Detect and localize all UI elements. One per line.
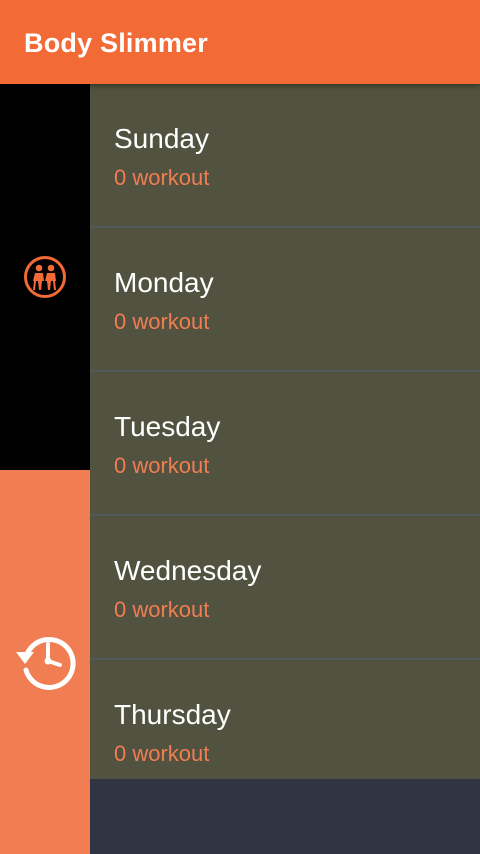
day-item-tuesday[interactable]: Tuesday 0 workout bbox=[90, 372, 480, 516]
day-name: Sunday bbox=[114, 123, 209, 154]
day-name: Thursday bbox=[114, 699, 231, 730]
app-root: Body Slimmer Sunday 0 workout Monday 0 w… bbox=[0, 0, 480, 854]
day-workout-count: 0 workout bbox=[114, 165, 210, 190]
day-workout-count: 0 workout bbox=[114, 741, 210, 766]
day-item-monday[interactable]: Monday 0 workout bbox=[90, 228, 480, 372]
workout-couple-icon[interactable] bbox=[23, 255, 67, 299]
day-item-wednesday[interactable]: Wednesday 0 workout bbox=[90, 516, 480, 660]
day-item-thursday[interactable]: Thursday 0 workout bbox=[90, 660, 480, 779]
list-footer-space bbox=[90, 779, 480, 854]
day-item-sunday[interactable]: Sunday 0 workout bbox=[90, 84, 480, 228]
day-workout-count: 0 workout bbox=[114, 453, 210, 478]
day-name: Tuesday bbox=[114, 411, 221, 442]
day-list: Sunday 0 workout Monday 0 workout Tuesda… bbox=[90, 84, 480, 779]
app-title: Body Slimmer bbox=[24, 28, 208, 58]
day-workout-count: 0 workout bbox=[114, 309, 210, 334]
history-clock-icon[interactable] bbox=[14, 630, 76, 692]
day-name: Monday bbox=[114, 267, 214, 298]
day-workout-count: 0 workout bbox=[114, 597, 210, 622]
app-bar: Body Slimmer bbox=[0, 0, 480, 84]
day-name: Wednesday bbox=[114, 555, 262, 586]
